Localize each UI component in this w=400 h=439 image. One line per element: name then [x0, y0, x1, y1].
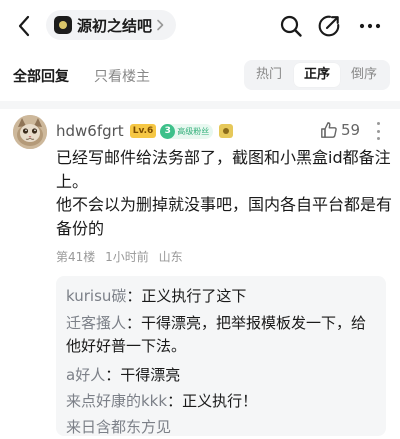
medal-icon	[219, 124, 234, 138]
post-more-button[interactable]	[374, 122, 382, 140]
reply-item[interactable]: 来日含都东方见	[66, 416, 378, 439]
post-paragraph: 他不会以为删掉就没事吧，国内各自平台都是有备份的	[56, 195, 393, 238]
forum-chip[interactable]: 源初之结吧	[46, 10, 177, 40]
forum-logo	[54, 16, 72, 34]
reply-item[interactable]: kurisu碳：正义执行了这下	[66, 285, 378, 308]
more-options-button[interactable]	[356, 12, 384, 40]
fan-label: 高级粉丝	[177, 126, 210, 136]
reply-item[interactable]: a好人：干得漂亮	[66, 364, 378, 387]
level-badge: Lv.6	[129, 124, 157, 138]
share-button[interactable]	[315, 12, 343, 40]
sort-descending[interactable]: 倒序	[341, 63, 387, 87]
sort-hot[interactable]: 热门	[246, 63, 292, 87]
filter-bar: 全部回复 只看楼主 热门 正序 倒序	[0, 56, 400, 96]
avatar[interactable]	[13, 115, 47, 149]
username[interactable]: hdw6fgrt	[56, 122, 124, 140]
search-icon	[280, 15, 302, 37]
chevron-left-icon	[18, 15, 30, 37]
post-content: 已经写邮件给法务部了，截图和小黑盒id都备注上。 他不会以为删掉就没事吧，国内各…	[56, 146, 392, 240]
replies-box[interactable]: kurisu碳：正义执行了这下 迁客搔人：干得漂亮，把举报模板发一下，给他好好普…	[56, 276, 386, 436]
reply-author[interactable]: kurisu碳	[66, 287, 126, 305]
like-count: 59	[341, 121, 361, 139]
reply-text: ：干得漂亮	[105, 366, 181, 384]
reply-author[interactable]: 来日含都东方见	[66, 418, 171, 436]
sort-toggle: 热门 正序 倒序	[244, 60, 390, 90]
reply-item[interactable]: 迁客搔人：干得漂亮，把举报模板发一下，给他好好普一下法。	[66, 312, 378, 358]
fan-level: 3	[160, 123, 176, 139]
thumbs-up-icon	[321, 122, 337, 138]
more-horizontal-icon	[359, 23, 381, 29]
reply-author[interactable]: 迁客搔人	[66, 314, 126, 332]
reply-text: ：正义执行！	[167, 392, 258, 410]
fan-badge: 3 高级粉丝	[160, 123, 214, 139]
post-meta: 第41楼 1小时前 山东	[56, 248, 189, 265]
reply-text: ：正义执行了这下	[126, 287, 247, 305]
share-icon	[318, 15, 340, 37]
search-button[interactable]	[277, 12, 305, 40]
back-button[interactable]	[12, 12, 36, 40]
sort-ascending[interactable]: 正序	[294, 63, 340, 87]
forum-name: 源初之结吧	[77, 16, 153, 35]
reply-author[interactable]: 来点好康的kkk	[66, 392, 167, 410]
post-location: 山东	[158, 250, 183, 264]
post-time: 1小时前	[105, 250, 149, 264]
like-button[interactable]: 59	[320, 121, 360, 139]
reply-item[interactable]: 来点好康的kkk：正义执行！	[66, 390, 378, 413]
reply-author[interactable]: a好人	[66, 366, 105, 384]
tab-only-op[interactable]: 只看楼主	[94, 66, 150, 86]
user-info-row: hdw6fgrt Lv.6 3 高级粉丝	[56, 120, 234, 142]
section-divider	[0, 101, 400, 109]
chevron-right-icon	[156, 18, 166, 32]
floor-number: 第41楼	[56, 250, 96, 264]
tab-all-replies[interactable]: 全部回复	[13, 66, 69, 86]
top-bar: 源初之结吧	[0, 0, 400, 52]
post-paragraph: 已经写邮件给法务部了，截图和小黑盒id都备注上。	[56, 148, 391, 191]
